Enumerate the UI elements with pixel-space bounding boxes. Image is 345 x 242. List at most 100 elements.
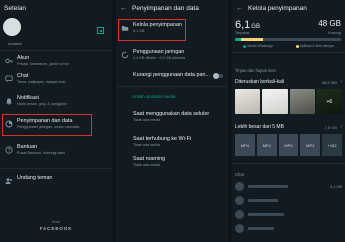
video-thumbnail[interactable]: MP4 [300,134,321,156]
avatar [235,210,244,219]
storage-data-panel: ← Penyimpanan dan data Kelola penyimpana… [116,0,228,242]
video-thumbnail[interactable]: MP4 [256,134,277,156]
legend-whatsapp-media: Media WhatsApp [243,44,273,48]
reduce-data-label: Kurangi penggunaan data pan... [133,72,211,78]
settings-item-notifications[interactable]: Notifikasi Nada pesan, grup & panggilan [0,95,112,107]
more-count: +6 [316,89,342,114]
settings-panel: Setelan Available Akun Privasi, keamanan,… [0,0,112,242]
media-thumbnail[interactable] [235,89,261,114]
media-thumbnail[interactable] [262,89,288,114]
wifi-spacer [121,138,129,146]
settings-item-sub: Tema, wallpaper, riwayat chat [17,79,66,84]
chat-icon [5,75,13,83]
larger-thumbnails: MP4 MP4 MP4 MP4 +162 [235,134,342,156]
divider [232,52,345,53]
profile-avatar[interactable] [3,18,21,36]
mobile-data-item[interactable]: Saat menggunakan data seluler Tidak ada m… [116,111,228,123]
chevron-right-icon[interactable]: › [340,124,342,130]
reduce-data-item[interactable]: Kurangi penggunaan data pan... [116,72,228,82]
settings-item-sub: Nada pesan, grup & panggilan [17,101,67,106]
forwarded-label[interactable]: Diteruskan berkali-kali [235,79,284,85]
key-icon [5,58,13,64]
chat-name-placeholder [248,227,274,230]
media-thumbnail[interactable] [289,89,315,114]
wifi-sub: Tidak ada media [133,142,161,147]
settings-item-account[interactable]: Akun Privasi, keamanan, ganti nomor [0,55,112,67]
mobile-data-spacer [121,113,129,121]
review-header: Tinjau dan hapus item [235,68,277,73]
auto-download-header: Unduh otomatis media [132,94,175,99]
larger-files-size: 7,5 GB [324,125,337,130]
forwarded-thumbnails: +6 [235,89,342,114]
apps-segment [241,38,263,41]
highlight-box [2,114,92,136]
help-icon: ? [5,146,13,154]
avatar [235,224,244,233]
chevron-right-icon[interactable]: › [340,79,342,85]
roaming-sub: Tidak ada media [133,162,161,167]
settings-title: Setelan [4,4,27,12]
manage-storage-panel: ← Kelola penyimpanan 6,1 GB Terpakai 48 … [232,0,345,242]
legend-apps: Aplikasi & item lainnya [295,44,334,48]
video-thumbnail[interactable]: MP4 [278,134,299,156]
chat-storage-row[interactable] [235,210,342,219]
reduce-data-toggle[interactable] [213,73,223,79]
divider [0,168,112,169]
invite-friend-label: Undang teman [17,175,53,181]
used-storage-label: Terpakai [235,31,250,35]
profile-status: Available [8,42,23,46]
chat-storage-row[interactable]: 5,1 GB [235,182,342,191]
settings-item-chat[interactable]: Chat Tema, wallpaper, riwayat chat [0,73,112,85]
network-usage-sub: 1,4 GB dikirim · 9,9 GB diterima [133,55,186,60]
facebook-brand: FACEBOOK [39,226,73,231]
reduce-data-spacer [121,74,129,82]
highlight-box [118,19,186,41]
storage-data-header: ← Penyimpanan dan data [116,0,228,16]
chat-size: 5,1 GB [330,184,342,189]
mobile-data-sub: Tidak ada media [133,117,161,122]
bell-icon [6,98,12,105]
used-storage-value: 6,1 [235,19,251,31]
avatar [235,182,244,191]
used-storage-unit: GB [251,24,260,30]
used-storage: 6,1 GB [235,19,260,31]
chat-storage-row[interactable] [235,224,342,233]
from-label: from [52,220,60,224]
invite-friend-item[interactable]: Undang teman [0,175,112,185]
video-thumbnail[interactable]: +162 [322,134,342,156]
settings-item-sub: Pusat Bantuan, hubungi kami [17,150,66,155]
divider [232,163,345,164]
storage-data-title: Penyimpanan dan data [132,4,199,12]
free-storage-value: 48 GB [318,19,341,28]
manage-storage-title: Kelola penyimpanan [248,4,307,12]
network-usage-item[interactable]: Penggunaan jaringan 1,4 GB dikirim · 9,9 … [116,49,228,61]
settings-item-sub: Privasi, keamanan, ganti nomor [17,61,69,66]
avatar [235,196,244,205]
free-storage-label: Kosong [328,31,341,35]
chat-storage-row[interactable] [235,196,342,205]
chats-header: Chat [235,172,244,177]
larger-files-label[interactable]: Lebih besar dari 5 MB [235,124,284,130]
back-arrow-icon[interactable]: ← [236,5,243,12]
back-arrow-icon[interactable]: ← [120,5,127,12]
divider [0,50,112,51]
svg-text:?: ? [8,148,11,154]
legend-label: Aplikasi & item lainnya [299,44,334,48]
chat-name-placeholder [248,199,278,202]
roaming-item[interactable]: Saat roaming Tidak ada media [116,156,228,168]
legend-label: Media WhatsApp [247,44,274,48]
video-thumbnail[interactable]: MP4 [235,134,255,156]
wifi-item[interactable]: Saat terhubung ke Wi-Fi Tidak ada media [116,136,228,148]
data-usage-icon [121,51,129,59]
chat-name-placeholder [248,213,284,216]
roaming-spacer [121,158,129,166]
storage-legend: Media WhatsApp Aplikasi & item lainnya [232,44,345,48]
settings-header: Setelan [0,0,112,16]
storage-usage-bar [235,38,341,41]
manage-storage-header: ← Kelola penyimpanan [232,0,345,16]
chat-name-placeholder [248,185,288,188]
qr-code-icon[interactable] [97,27,104,34]
settings-item-help[interactable]: ? Bantuan Pusat Bantuan, hubungi kami [0,144,112,156]
media-thumbnail[interactable]: +6 [316,89,342,114]
divider [116,86,228,87]
